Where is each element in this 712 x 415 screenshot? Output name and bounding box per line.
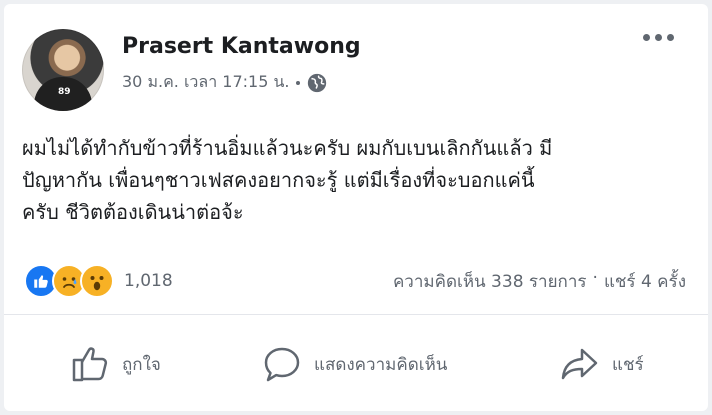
- shares-count-link[interactable]: แชร์ 4 ครั้ง: [604, 268, 686, 295]
- more-dot-icon: [643, 34, 650, 41]
- post-text-line-3: ครับ ชีวิตต้องเดินน่าต่อจ้ะ: [22, 200, 244, 224]
- avatar[interactable]: 89: [22, 29, 104, 111]
- engagement-stats: ความคิดเห็น 338 รายการ · แชร์ 4 ครั้ง: [393, 268, 686, 295]
- post-timestamp[interactable]: 30 ม.ค. เวลา 17:15 น.: [122, 70, 290, 95]
- more-dot-icon: [655, 34, 662, 41]
- post-text-line-2: ปัญหากัน เพื่อนๆชาวเฟสคงอยากจะรู้ แต่มีเ…: [22, 168, 535, 192]
- comment-button[interactable]: แสดงความคิดเห็น: [260, 334, 447, 394]
- reaction-summary[interactable]: 1,018: [24, 264, 173, 298]
- stats-separator: ·: [592, 268, 598, 288]
- globe-icon[interactable]: [306, 72, 328, 94]
- like-button[interactable]: ถูกใจ: [68, 334, 161, 394]
- post-meta: 30 ม.ค. เวลา 17:15 น.: [122, 70, 328, 95]
- meta-separator-dot: [295, 80, 300, 85]
- more-dot-icon: [667, 34, 674, 41]
- author-name[interactable]: Prasert Kantawong: [122, 34, 361, 59]
- share-arrow-icon: [561, 348, 598, 380]
- divider: [4, 314, 708, 315]
- more-options-button[interactable]: [643, 34, 674, 41]
- thumbs-up-icon: [72, 347, 108, 382]
- comments-count-link[interactable]: ความคิดเห็น 338 รายการ: [393, 268, 587, 295]
- post-card: 89 Prasert Kantawong 30 ม.ค. เวลา 17:15 …: [4, 4, 708, 411]
- post-text-line-1: ผมไม่ได้ทำกับข้าวที่ร้านอิ่มแล้วนะครับ ผ…: [22, 136, 553, 160]
- like-label: ถูกใจ: [122, 354, 161, 375]
- share-label: แชร์: [612, 354, 644, 375]
- comment-label: แสดงความคิดเห็น: [314, 354, 448, 375]
- reaction-count: 1,018: [124, 271, 173, 291]
- avatar-shirt-text: 89: [58, 87, 71, 97]
- wow-icon: [80, 264, 114, 298]
- comment-icon: [264, 347, 300, 382]
- action-bar: ถูกใจ แสดงความคิดเห็น แชร์: [4, 334, 708, 394]
- share-button[interactable]: แชร์: [558, 334, 644, 394]
- post-text: ผมไม่ได้ทำกับข้าวที่ร้านอิ่มแล้วนะครับ ผ…: [22, 132, 692, 228]
